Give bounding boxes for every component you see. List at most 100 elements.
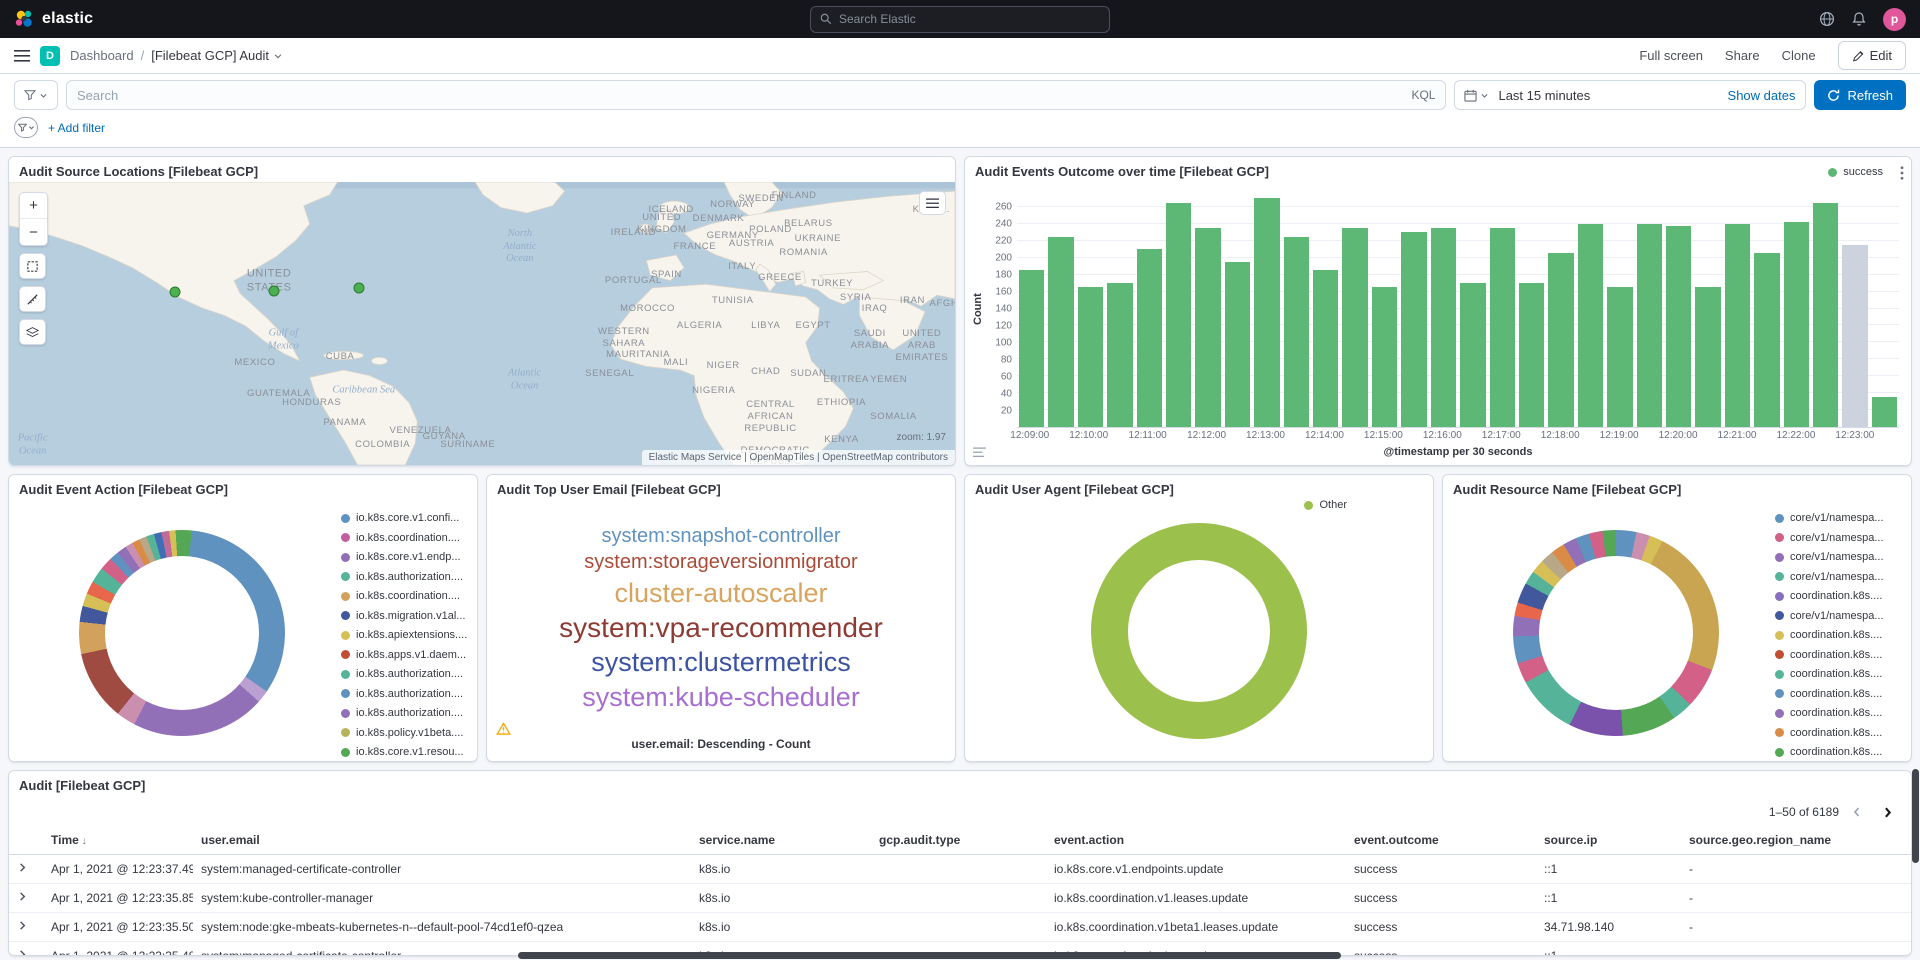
legend-item[interactable]: io.k8s.core.v1.confi... (341, 512, 467, 524)
expand-row-button[interactable] (17, 891, 28, 902)
next-page-button[interactable] (1875, 800, 1899, 824)
map-tools-button[interactable] (19, 319, 46, 345)
legend-item[interactable]: io.k8s.apiextensions.... (341, 629, 467, 641)
legend-item[interactable]: coordination.k8s.... (1775, 688, 1901, 700)
tag-cloud-term[interactable]: system:clustermetrics (591, 647, 851, 677)
legend-item[interactable]: io.k8s.authorization.... (341, 688, 467, 700)
column-header-source.geo.region_name[interactable]: source.geo.region_name (1681, 826, 1911, 855)
bar-12:09:30[interactable] (1048, 237, 1073, 427)
bar-12:20:30[interactable] (1695, 287, 1720, 427)
map-measure-button[interactable] (19, 286, 46, 312)
refresh-button[interactable]: Refresh (1814, 80, 1906, 110)
tag-cloud-term[interactable]: cluster-autoscaler (614, 578, 827, 608)
user-avatar[interactable]: p (1883, 8, 1906, 31)
bar-12:16:30[interactable] (1460, 283, 1485, 427)
expand-row-button[interactable] (17, 920, 28, 931)
bar-12:11:30[interactable] (1166, 203, 1191, 427)
dashboard-app-badge[interactable]: D (40, 46, 60, 66)
query-input[interactable] (77, 88, 1403, 103)
legend-item[interactable]: io.k8s.apps.v1.daem... (341, 649, 467, 661)
bar-12:19:30[interactable] (1637, 224, 1662, 427)
legend-item[interactable]: io.k8s.authorization.... (341, 571, 467, 583)
kql-label[interactable]: KQL (1411, 88, 1435, 102)
map-fit-bounds-button[interactable] (19, 253, 46, 279)
legend-item[interactable]: Other (1304, 499, 1347, 511)
previous-page-button[interactable] (1845, 800, 1869, 824)
map-marker[interactable] (354, 283, 365, 294)
bar-12:15:00[interactable] (1372, 287, 1397, 427)
column-header-Time[interactable]: Time ↓ (43, 826, 193, 855)
column-header-gcp.audit.type[interactable]: gcp.audit.type (871, 826, 1046, 855)
bar-12:13:00[interactable] (1254, 198, 1279, 427)
map-layers-button[interactable] (919, 191, 946, 215)
warning-icon[interactable] (496, 722, 511, 735)
legend-item[interactable]: core/v1/namespa... (1775, 532, 1901, 544)
bar-12:22:30[interactable] (1813, 203, 1838, 427)
bar-12:09:00[interactable] (1019, 270, 1044, 427)
clone-button[interactable]: Clone (1782, 48, 1816, 63)
horizontal-scrollbar[interactable] (518, 952, 1341, 959)
bar-12:23:00[interactable] (1842, 245, 1867, 427)
legend-item[interactable]: core/v1/namespa... (1775, 571, 1901, 583)
help-icon[interactable] (1819, 11, 1835, 27)
legend-item[interactable]: coordination.k8s.... (1775, 629, 1901, 641)
legend-item[interactable]: coordination.k8s.... (1775, 707, 1901, 719)
bar-12:17:00[interactable] (1490, 228, 1515, 427)
bar-12:19:00[interactable] (1607, 287, 1632, 427)
legend-item[interactable]: io.k8s.migration.v1al... (341, 610, 467, 622)
bar-12:22:00[interactable] (1784, 222, 1809, 427)
map-zoom-in-button[interactable]: + (20, 193, 47, 219)
tag-cloud-term[interactable]: system:snapshot-controller (602, 525, 841, 547)
bar-12:18:00[interactable] (1548, 253, 1573, 427)
tag-cloud-term[interactable]: system:vpa-recommender (559, 612, 883, 643)
legend-toggle-button[interactable] (973, 447, 986, 458)
bar-12:14:00[interactable] (1313, 270, 1338, 427)
legend-item[interactable]: io.k8s.core.v1.resou... (341, 746, 467, 758)
edit-button[interactable]: Edit (1838, 41, 1906, 70)
filter-menu-button[interactable] (14, 117, 38, 138)
bar-12:21:30[interactable] (1754, 253, 1779, 427)
legend-item[interactable]: coordination.k8s.... (1775, 746, 1901, 758)
date-picker-menu-button[interactable] (1455, 89, 1498, 102)
global-search-input[interactable] (839, 12, 1100, 26)
bar-12:18:30[interactable] (1578, 224, 1603, 427)
legend-item[interactable]: core/v1/namespa... (1775, 610, 1901, 622)
column-header-event.outcome[interactable]: event.outcome (1346, 826, 1536, 855)
map-zoom-out-button[interactable]: − (20, 219, 47, 245)
breadcrumb-dashboard-link[interactable]: Dashboard (70, 48, 134, 63)
tag-cloud-term[interactable]: system:storageversionmigrator (584, 551, 857, 573)
column-header-user.email[interactable]: user.email (193, 826, 691, 855)
column-header-source.ip[interactable]: source.ip (1536, 826, 1681, 855)
map-marker[interactable] (268, 285, 279, 296)
full-screen-button[interactable]: Full screen (1639, 48, 1703, 63)
legend-item[interactable]: io.k8s.policy.v1beta.... (341, 727, 467, 739)
breadcrumb-current[interactable]: [Filebeat GCP] Audit (151, 48, 283, 63)
panel-options-icon[interactable] (1900, 166, 1904, 180)
legend-item[interactable]: coordination.k8s.... (1775, 668, 1901, 680)
legend-item[interactable]: core/v1/namespa... (1775, 551, 1901, 563)
map-marker[interactable] (169, 287, 180, 298)
legend-item[interactable]: io.k8s.authorization.... (341, 668, 467, 680)
bar-12:12:30[interactable] (1225, 262, 1250, 427)
bar-12:16:00[interactable] (1431, 228, 1456, 427)
map-attribution[interactable]: Elastic Maps Service | OpenMapTiles | Op… (642, 450, 955, 465)
bar-12:21:00[interactable] (1725, 224, 1750, 427)
legend-item[interactable]: core/v1/namespa... (1775, 512, 1901, 524)
share-button[interactable]: Share (1725, 48, 1760, 63)
legend-item[interactable]: io.k8s.coordination.... (341, 532, 467, 544)
bar-12:14:30[interactable] (1342, 228, 1367, 427)
map-canvas[interactable]: UNITED STATESMEXICOCUBAGUATEMALAHONDURAS… (9, 182, 955, 465)
tag-cloud-term[interactable]: system:kube-scheduler (582, 682, 860, 712)
saved-query-menu-button[interactable] (14, 80, 58, 110)
bar-12:12:00[interactable] (1195, 228, 1220, 427)
legend-item[interactable]: coordination.k8s.... (1775, 727, 1901, 739)
resource-name-donut[interactable] (1513, 530, 1719, 736)
add-filter-link[interactable]: + Add filter (48, 121, 105, 135)
global-search[interactable] (810, 6, 1110, 33)
legend-item[interactable]: io.k8s.authorization.... (341, 707, 467, 719)
vertical-scrollbar[interactable] (1912, 769, 1919, 863)
column-header-service.name[interactable]: service.name (691, 826, 871, 855)
menu-icon[interactable] (14, 49, 30, 63)
show-dates-button[interactable]: Show dates (1718, 88, 1806, 103)
time-range-label[interactable]: Last 15 minutes (1498, 88, 1717, 103)
